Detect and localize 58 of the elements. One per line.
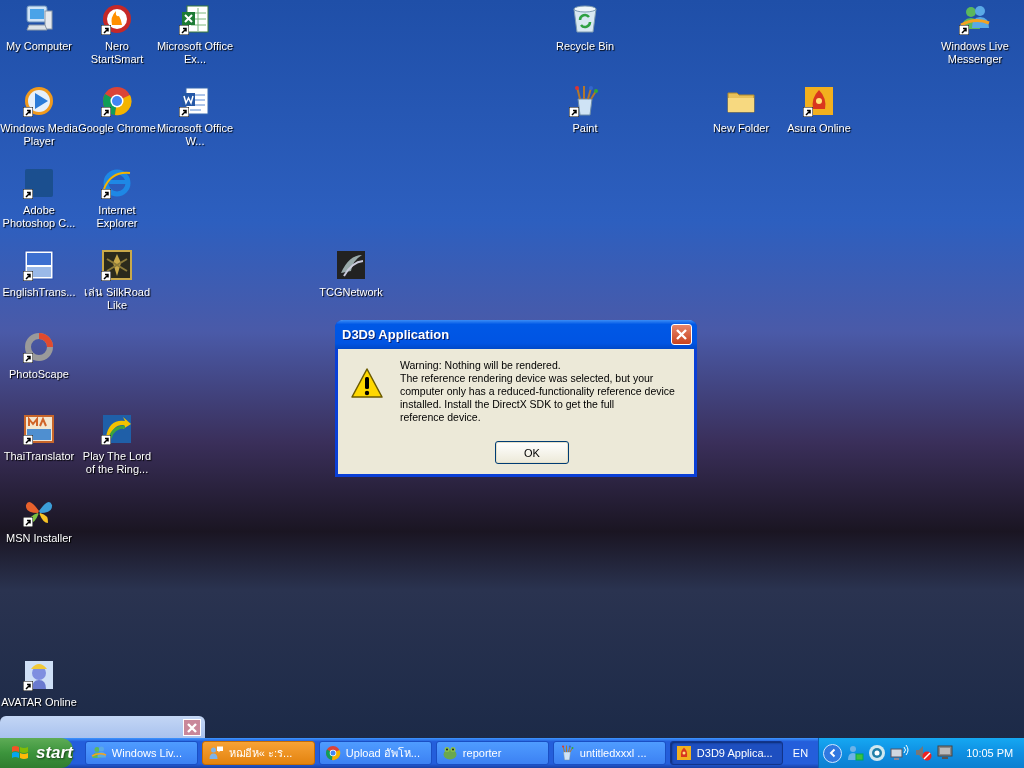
taskbar-button[interactable]: untitledxxxl ... xyxy=(552,741,666,765)
wireless-computer-icon[interactable] xyxy=(890,744,911,762)
desktop-icon-label[interactable]: ThaiTranslator xyxy=(3,450,75,463)
desktop-icon-label[interactable]: Google Chrome xyxy=(78,122,156,135)
desktop-icon-label[interactable]: Windows Live Messenger xyxy=(936,40,1014,66)
desktop-icon-label[interactable]: Microsoft Office Ex... xyxy=(156,40,234,66)
desktop-icon-label[interactable]: Recycle Bin xyxy=(555,40,615,53)
emblem-icon xyxy=(675,745,692,761)
desktop-icon-label[interactable]: TCGNetwork xyxy=(319,286,383,299)
desktop-icon-label[interactable]: EnglishTrans... xyxy=(2,286,76,299)
desktop-icon-label[interactable]: MSN Installer xyxy=(6,532,72,545)
translator-tile-icon xyxy=(23,413,55,445)
people-icon xyxy=(90,745,107,761)
segmented-ring-icon xyxy=(23,331,55,363)
desktop-icon-label[interactable]: Play The Lord of the Ring... xyxy=(78,450,156,476)
start-button[interactable]: start xyxy=(0,738,73,768)
close-button[interactable] xyxy=(671,324,692,345)
play-button-icon xyxy=(23,85,55,117)
clock[interactable]: 10:05 PM xyxy=(966,747,1014,759)
desktop-icon-label[interactable]: New Folder xyxy=(712,122,770,135)
circle-icon[interactable] xyxy=(868,744,887,762)
chevron-left-icon xyxy=(827,748,838,758)
desktop-icon-label[interactable]: Asura Online xyxy=(787,122,851,135)
desktop-icon-label[interactable]: My Computer xyxy=(6,40,72,53)
desktop-icon-label[interactable]: Microsoft Office W... xyxy=(156,122,234,148)
cartoon-character-icon xyxy=(23,659,55,691)
window-title: D3D9 Application xyxy=(342,327,450,342)
spreadsheet-icon xyxy=(179,3,211,35)
show-hidden-icons-button[interactable] xyxy=(823,743,843,763)
close-button[interactable] xyxy=(183,719,201,736)
desktop-icon-label[interactable]: Windows Media Player xyxy=(0,122,78,148)
desktop-icon-label[interactable]: เล่น SilkRoad Like xyxy=(78,286,156,312)
document-icon xyxy=(179,85,211,117)
round-logo-icon xyxy=(324,745,341,761)
warrior-emblem-icon xyxy=(101,249,133,281)
close-icon xyxy=(675,328,688,341)
warning-message: Warning: Nothing will be rendered. The reference rendering device was selected, but your computer only has a reduced-functionality reference device installed. Install the DirectX SDK to get the full reference device. xyxy=(400,359,675,424)
round-logo-icon xyxy=(101,85,133,117)
ok-button[interactable]: OK xyxy=(495,441,569,464)
taskbar-button[interactable]: D3D9 Applica... xyxy=(669,741,783,765)
flame-disc-icon xyxy=(101,3,133,35)
close-icon xyxy=(186,721,198,734)
emblem-icon xyxy=(803,85,835,117)
blocked-speaker-icon[interactable] xyxy=(914,744,933,762)
desktop-icon-label[interactable]: AVATAR Online xyxy=(1,696,77,709)
desktop-icon-label[interactable]: Paint xyxy=(572,122,598,135)
desktop-icon-label[interactable]: PhotoScape xyxy=(9,368,69,381)
taskbar-button[interactable]: Windows Liv... xyxy=(84,741,198,765)
warning-icon xyxy=(350,367,384,399)
language-indicator[interactable]: EN xyxy=(792,747,809,759)
desktop-icon-label[interactable]: Adobe Photoshop C... xyxy=(0,204,78,230)
desktop-icon-label[interactable]: Internet Explorer xyxy=(78,204,156,230)
people-chat-icon xyxy=(207,745,224,761)
desktop-icon-label[interactable]: Nero StartSmart xyxy=(78,40,156,66)
frog-icon xyxy=(441,745,458,761)
e-logo-icon xyxy=(101,167,133,199)
monitor-icon[interactable] xyxy=(936,744,955,762)
abc-tile-icon xyxy=(23,249,55,281)
